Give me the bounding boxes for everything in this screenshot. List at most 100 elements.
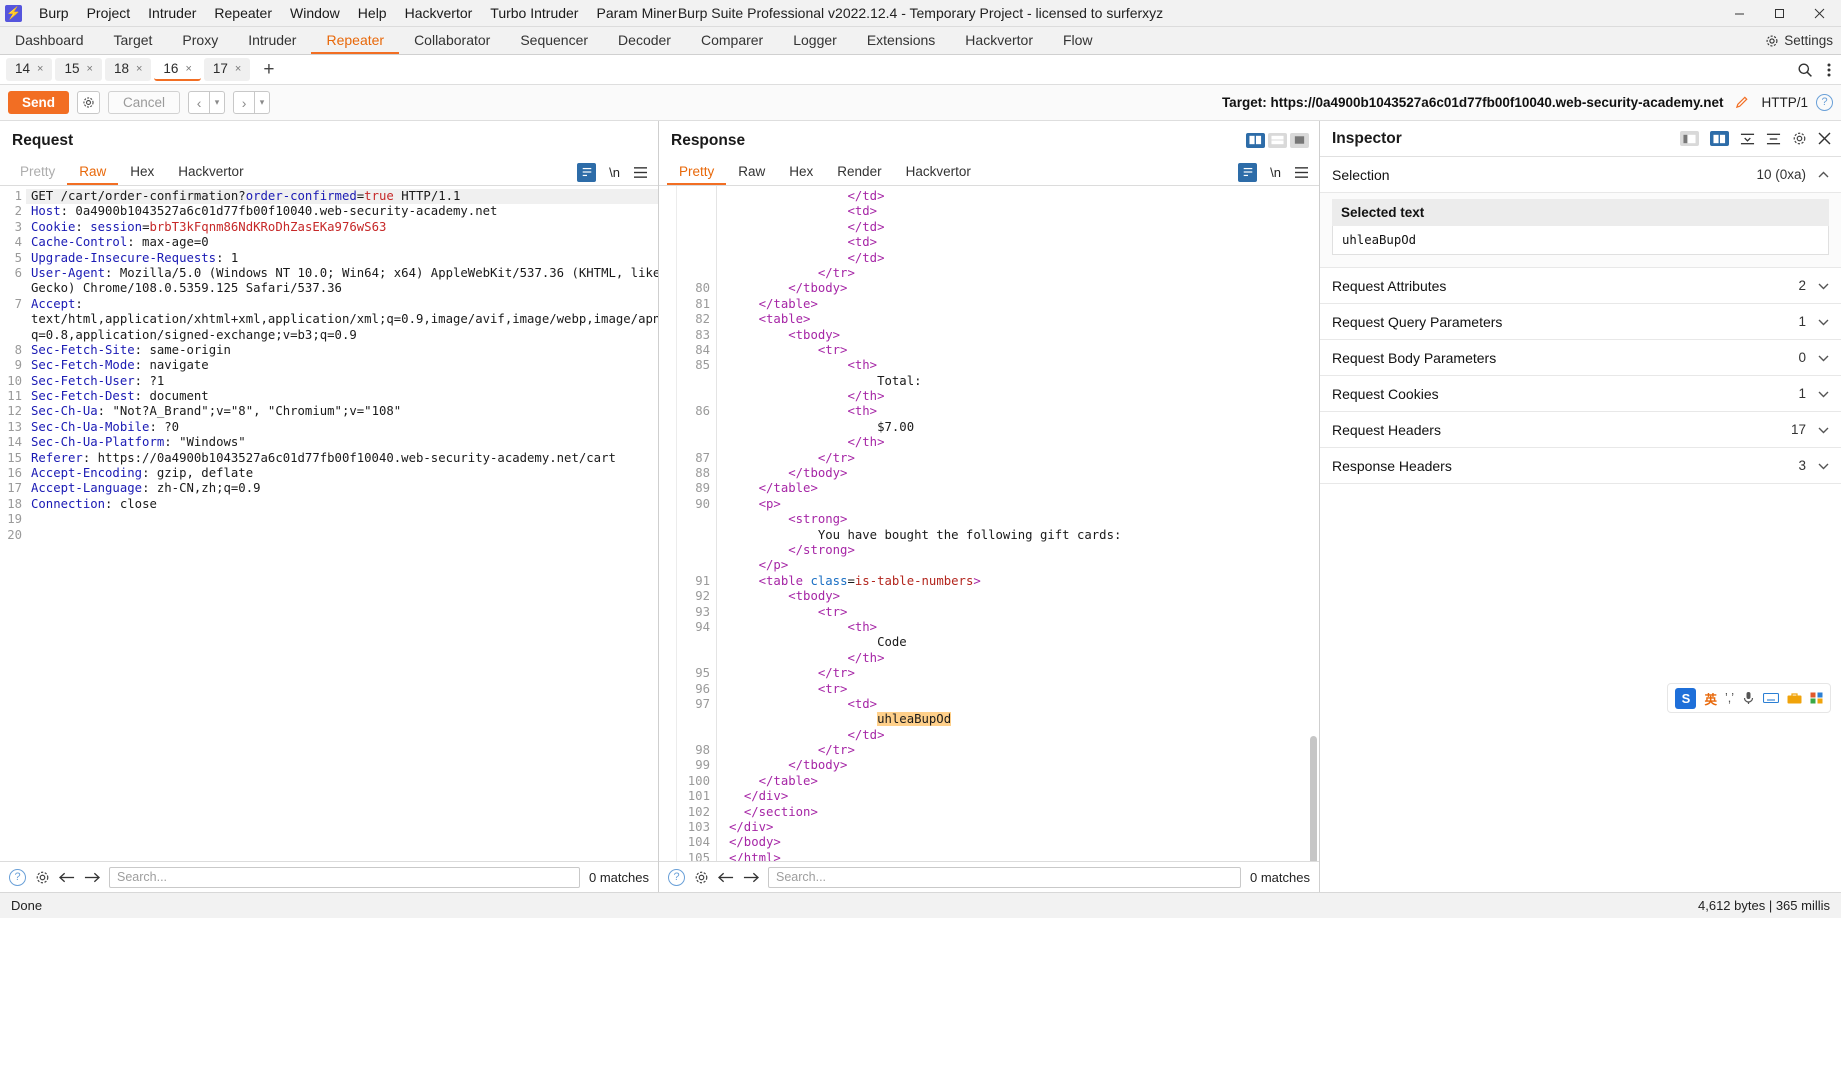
- inspector-section-response-headers[interactable]: Response Headers 3: [1320, 448, 1841, 484]
- help-icon[interactable]: ?: [1816, 94, 1833, 111]
- request-menu-icon[interactable]: [633, 166, 648, 179]
- code-line[interactable]: </tr>: [729, 743, 1319, 758]
- chevron-down-icon[interactable]: [1818, 354, 1829, 362]
- inspector-collapse-all-icon[interactable]: [1740, 132, 1755, 146]
- forward-button[interactable]: ›: [233, 91, 256, 114]
- send-button[interactable]: Send: [8, 91, 70, 114]
- tab-comparer[interactable]: Comparer: [686, 27, 778, 54]
- code-line[interactable]: </tbody>: [729, 758, 1319, 773]
- tab-intruder[interactable]: Intruder: [233, 27, 311, 54]
- code-line[interactable]: text/html,application/xhtml+xml,applicat…: [31, 312, 658, 327]
- code-line[interactable]: [31, 512, 658, 527]
- request-tab-hex[interactable]: Hex: [118, 159, 166, 185]
- code-line[interactable]: </p>: [729, 558, 1319, 573]
- response-tab-pretty[interactable]: Pretty: [667, 159, 727, 185]
- close-icon[interactable]: ×: [136, 63, 142, 75]
- layout-toggle-group[interactable]: [1246, 132, 1319, 148]
- request-wrap-icon[interactable]: [577, 162, 597, 182]
- request-search-settings-icon[interactable]: [35, 870, 50, 885]
- code-line[interactable]: <tr>: [729, 343, 1319, 358]
- code-line[interactable]: <td>: [729, 204, 1319, 219]
- response-tab-bar[interactable]: Pretty Raw Hex Render Hackvertor \n: [659, 159, 1319, 186]
- response-newline-toggle[interactable]: \n: [1270, 165, 1281, 180]
- code-line[interactable]: Upgrade-Insecure-Requests: 1: [31, 251, 658, 266]
- code-line[interactable]: Total:: [729, 374, 1319, 389]
- edit-target-icon[interactable]: [1731, 92, 1753, 114]
- code-line[interactable]: You have bought the following gift cards…: [729, 528, 1319, 543]
- code-line[interactable]: <td>: [729, 235, 1319, 250]
- response-editor[interactable]: 80 81 82 83 84 85 86 87 88 89 90 91 92 93 94 95 96 97 98 99…: [659, 186, 1319, 861]
- code-line[interactable]: <tbody>: [729, 589, 1319, 604]
- code-line[interactable]: <p>: [729, 497, 1319, 512]
- code-line[interactable]: Sec-Fetch-User: ?1: [31, 374, 658, 389]
- inspector-section-request-body-parameters[interactable]: Request Body Parameters 0: [1320, 340, 1841, 376]
- code-line[interactable]: Accept:: [31, 297, 658, 312]
- code-line[interactable]: <table class=is-table-numbers>: [729, 574, 1319, 589]
- response-wrap-icon[interactable]: [1238, 162, 1258, 182]
- code-line[interactable]: </div>: [729, 820, 1319, 835]
- code-line[interactable]: Sec-Fetch-Mode: navigate: [31, 358, 658, 373]
- back-dropdown[interactable]: ▾: [210, 91, 226, 114]
- tab-extensions[interactable]: Extensions: [852, 27, 950, 54]
- code-line[interactable]: Connection: close: [31, 497, 658, 512]
- request-search-prev-icon[interactable]: [59, 871, 75, 884]
- chevron-down-icon[interactable]: [1818, 462, 1829, 470]
- request-search-bar[interactable]: ? 0 matches: [0, 861, 658, 892]
- ime-punctuation-icon[interactable]: ’,’: [1725, 691, 1734, 705]
- response-help-icon[interactable]: ?: [668, 868, 685, 886]
- search-tabs-icon[interactable]: [1797, 62, 1813, 78]
- code-line[interactable]: <strong>: [729, 512, 1319, 527]
- window-controls[interactable]: [1719, 0, 1841, 27]
- chevron-up-icon[interactable]: [1818, 171, 1829, 179]
- chevron-down-icon[interactable]: [1818, 426, 1829, 434]
- code-line[interactable]: </section>: [729, 805, 1319, 820]
- ime-language-indicator[interactable]: 英: [1704, 689, 1717, 708]
- back-nav-group[interactable]: ‹ ▾: [188, 91, 226, 114]
- response-menu-icon[interactable]: [1294, 166, 1309, 179]
- menu-window[interactable]: Window: [281, 1, 349, 25]
- chevron-down-icon[interactable]: [1818, 318, 1829, 326]
- code-line[interactable]: Gecko) Chrome/108.0.5359.125 Safari/537.…: [31, 281, 658, 296]
- close-icon[interactable]: ×: [235, 63, 241, 75]
- menu-project[interactable]: Project: [78, 1, 140, 25]
- maximize-button[interactable]: [1759, 0, 1799, 27]
- inspector-settings-icon[interactable]: [1792, 131, 1807, 146]
- close-icon[interactable]: ×: [87, 63, 93, 75]
- code-line[interactable]: q=0.8,application/signed-exchange;v=b3;q…: [31, 328, 658, 343]
- tab-target[interactable]: Target: [99, 27, 168, 54]
- code-line[interactable]: </th>: [729, 435, 1319, 450]
- ime-menu-icon[interactable]: [1810, 692, 1823, 704]
- tab-logger[interactable]: Logger: [778, 27, 852, 54]
- code-line[interactable]: </table>: [729, 481, 1319, 496]
- request-tab-raw[interactable]: Raw: [67, 159, 119, 185]
- code-line[interactable]: User-Agent: Mozilla/5.0 (Windows NT 10.0…: [31, 266, 658, 281]
- code-line[interactable]: <th>: [729, 358, 1319, 373]
- forward-nav-group[interactable]: › ▾: [233, 91, 271, 114]
- code-line[interactable]: Accept-Encoding: gzip, deflate: [31, 466, 658, 481]
- inspector-section-request-headers[interactable]: Request Headers 17: [1320, 412, 1841, 448]
- close-icon[interactable]: ×: [185, 63, 191, 75]
- cancel-button[interactable]: Cancel: [108, 91, 181, 114]
- forward-dropdown[interactable]: ▾: [255, 91, 271, 114]
- tab-hackvertor[interactable]: Hackvertor: [950, 27, 1048, 54]
- request-newline-toggle[interactable]: \n: [609, 165, 620, 180]
- inspector-section-request-attributes[interactable]: Request Attributes 2: [1320, 268, 1841, 304]
- back-button[interactable]: ‹: [188, 91, 211, 114]
- main-tab-bar[interactable]: Dashboard Target Proxy Intruder Repeater Coll…: [0, 27, 1841, 55]
- tab-collaborator[interactable]: Collaborator: [399, 27, 505, 54]
- code-line[interactable]: Sec-Fetch-Dest: document: [31, 389, 658, 404]
- code-line[interactable]: </tbody>: [729, 466, 1319, 481]
- layout-stacked-button[interactable]: [1268, 132, 1287, 148]
- ime-mic-icon[interactable]: [1742, 691, 1755, 705]
- code-line[interactable]: </td>: [729, 189, 1319, 204]
- ime-toolbar[interactable]: S 英 ’,’: [1667, 683, 1831, 713]
- tab-decoder[interactable]: Decoder: [603, 27, 686, 54]
- inspector-selection-row[interactable]: Selection 10 (0xa): [1320, 157, 1841, 193]
- selected-text-value[interactable]: uhleaBupOd: [1332, 226, 1829, 255]
- request-tab-pretty[interactable]: Pretty: [8, 159, 67, 185]
- code-line[interactable]: GET /cart/order-confirmation?order-confi…: [26, 189, 658, 205]
- close-button[interactable]: [1799, 0, 1839, 27]
- layout-side-by-side-button[interactable]: [1246, 132, 1265, 148]
- response-code[interactable]: </td> <td> </td> <td> </td> </tr> </tbod…: [717, 186, 1319, 861]
- code-line[interactable]: </tr>: [729, 451, 1319, 466]
